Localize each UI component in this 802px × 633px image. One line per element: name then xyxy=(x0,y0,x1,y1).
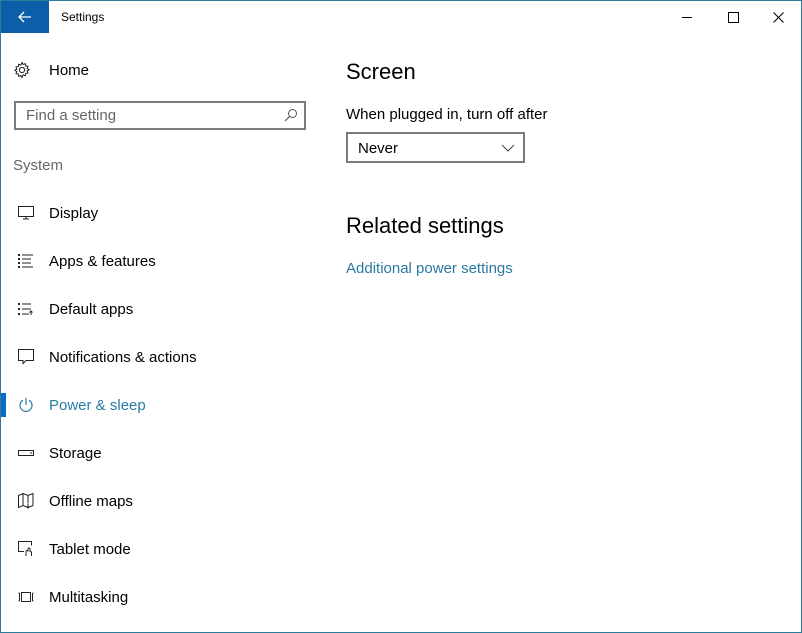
monitor-icon xyxy=(17,204,35,222)
sidebar-item-label: Multitasking xyxy=(49,588,129,606)
maximize-button[interactable] xyxy=(710,1,756,33)
notification-icon xyxy=(17,348,35,366)
storage-icon xyxy=(17,444,35,462)
list-icon xyxy=(17,252,35,270)
sidebar-item-multitasking[interactable]: Multitasking xyxy=(1,577,321,617)
power-icon xyxy=(17,396,35,414)
gear-icon xyxy=(13,61,31,79)
search-box[interactable] xyxy=(14,101,306,130)
title-bar: Settings xyxy=(1,1,801,33)
multitasking-icon xyxy=(17,588,35,606)
sidebar-item-label: Display xyxy=(49,204,99,222)
minimize-button[interactable] xyxy=(664,1,710,33)
sidebar-item-notifications[interactable]: Notifications & actions xyxy=(1,337,321,377)
back-button[interactable] xyxy=(1,1,49,33)
sidebar-item-storage[interactable]: Storage xyxy=(1,433,321,473)
plugged-in-timeout-dropdown[interactable]: Never xyxy=(346,132,525,163)
settings-window: Settings Home System xyxy=(0,0,802,633)
sidebar-item-label: Apps & features xyxy=(49,252,156,270)
window-title: Settings xyxy=(61,10,105,24)
home-label: Home xyxy=(49,61,90,79)
sidebar-item-power-sleep[interactable]: Power & sleep xyxy=(1,385,321,425)
maximize-icon xyxy=(727,11,739,23)
default-apps-icon xyxy=(17,300,35,318)
sidebar-item-display[interactable]: Display xyxy=(1,193,321,233)
map-icon xyxy=(17,492,35,510)
close-button[interactable] xyxy=(755,1,801,33)
sidebar-item-label: Power & sleep xyxy=(49,396,146,414)
minimize-icon xyxy=(681,16,692,18)
search-input[interactable] xyxy=(16,103,286,128)
chevron-down-icon xyxy=(501,144,515,152)
sidebar-item-label: Offline maps xyxy=(49,492,133,510)
tablet-mode-icon xyxy=(17,540,35,558)
search-icon[interactable] xyxy=(284,108,298,122)
sidebar-item-default-apps[interactable]: Default apps xyxy=(1,289,321,329)
sidebar-item-label: Default apps xyxy=(49,300,134,318)
back-arrow-icon xyxy=(18,11,31,23)
sidebar-item-label: Storage xyxy=(49,444,102,462)
plugged-in-label: When plugged in, turn off after xyxy=(346,106,548,123)
dropdown-value: Never xyxy=(358,140,399,157)
sidebar-item-apps-features[interactable]: Apps & features xyxy=(1,241,321,281)
sidebar-item-label: Tablet mode xyxy=(49,540,131,558)
section-label-system: System xyxy=(13,157,64,174)
related-settings-heading: Related settings xyxy=(346,213,504,238)
sidebar-item-label: Notifications & actions xyxy=(49,348,197,366)
sidebar-item-tablet-mode[interactable]: Tablet mode xyxy=(1,529,321,569)
home-nav-item[interactable]: Home xyxy=(13,57,89,83)
additional-power-settings-link[interactable]: Additional power settings xyxy=(346,260,513,277)
sidebar-item-offline-maps[interactable]: Offline maps xyxy=(1,481,321,521)
screen-heading: Screen xyxy=(346,59,416,84)
close-icon xyxy=(772,11,784,23)
